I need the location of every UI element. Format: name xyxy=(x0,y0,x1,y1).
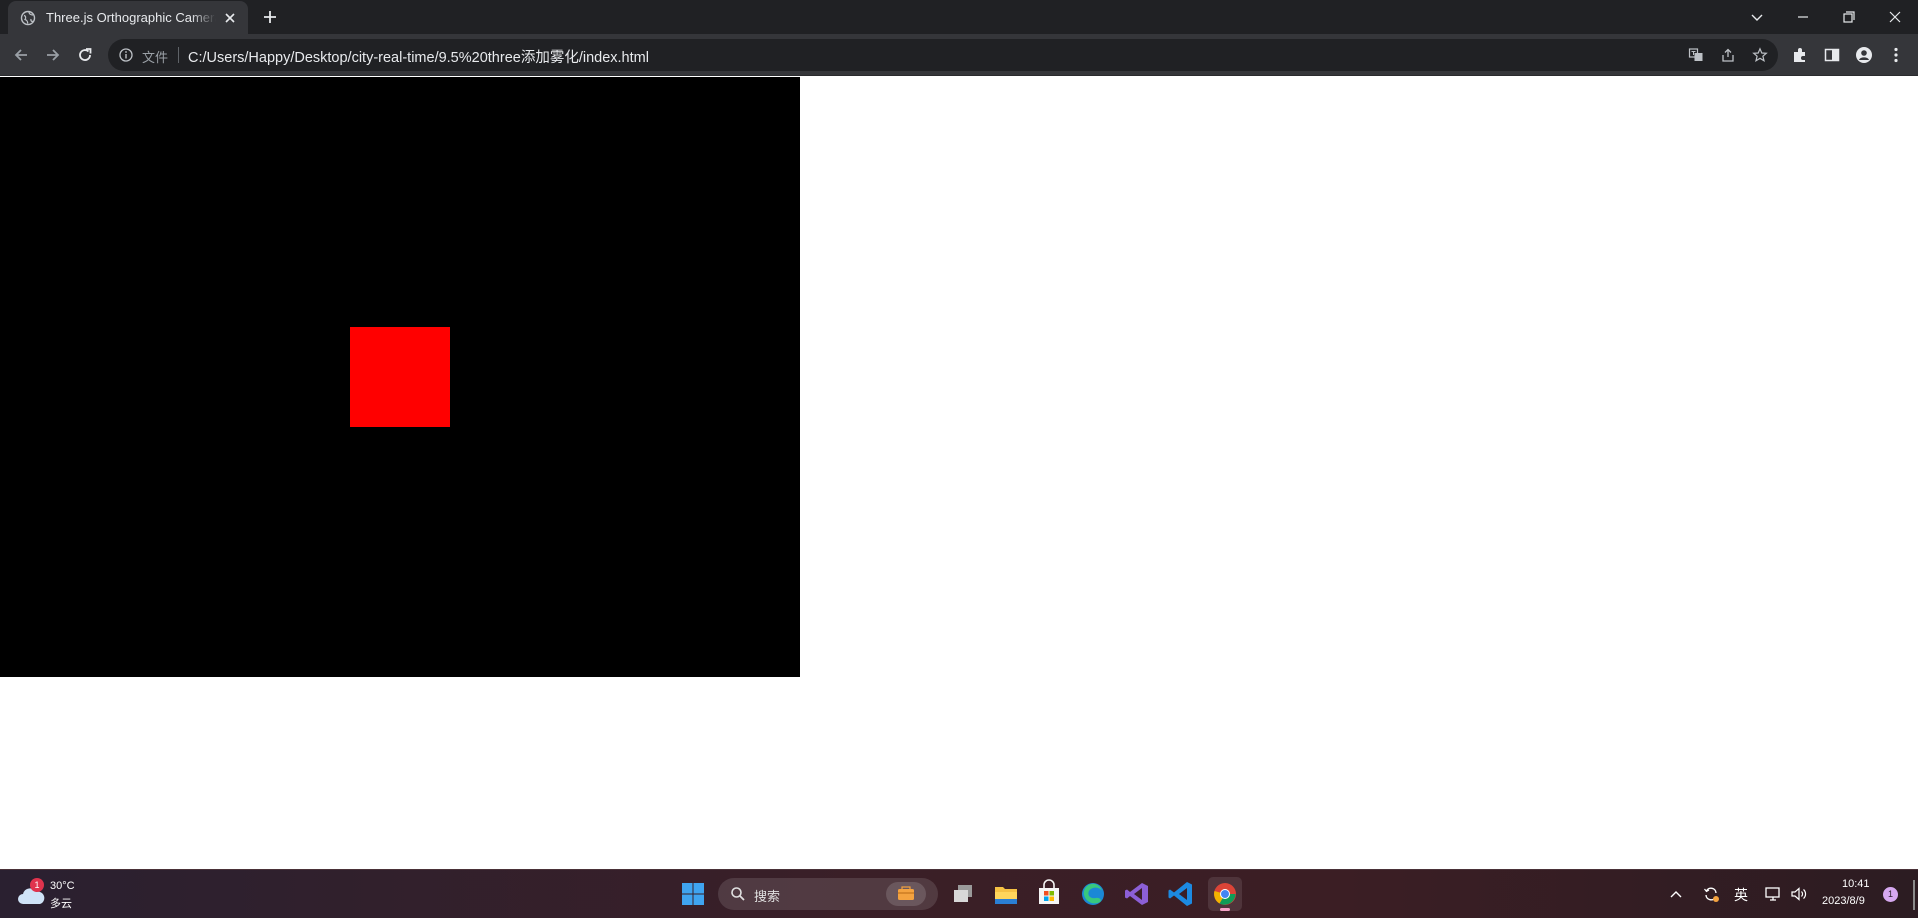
search-highlight-icon xyxy=(886,882,926,906)
file-explorer-icon[interactable] xyxy=(989,877,1023,911)
microsoft-store-icon[interactable] xyxy=(1032,877,1066,911)
taskbar-search-box[interactable]: 搜索 xyxy=(718,878,938,910)
notification-badge[interactable]: 1 xyxy=(1883,887,1898,902)
edge-icon[interactable] xyxy=(1076,877,1110,911)
windows-taskbar: 1 30°C 多云 搜索 英 10:41 2023/8/9 1 xyxy=(0,869,1918,918)
bookmark-star-icon[interactable] xyxy=(1752,47,1768,63)
weather-temperature: 30°C xyxy=(50,880,75,892)
close-window-icon[interactable] xyxy=(1885,7,1905,27)
weather-badge: 1 xyxy=(30,878,44,892)
browser-menu-icon[interactable] xyxy=(1886,45,1906,65)
input-method-indicator[interactable]: 英 xyxy=(1734,885,1748,905)
share-icon[interactable] xyxy=(1720,47,1736,63)
show-desktop-button[interactable] xyxy=(1913,880,1915,910)
url-separator xyxy=(178,47,179,63)
browser-title-bar: Three.js Orthographic Camera xyxy=(0,0,1918,34)
forward-icon[interactable] xyxy=(43,45,63,65)
site-info-icon[interactable] xyxy=(118,47,134,63)
url-scheme-label: 文件 xyxy=(142,50,169,65)
page-viewport xyxy=(0,76,1918,869)
browser-tab[interactable]: Three.js Orthographic Camera xyxy=(8,1,248,34)
search-icon xyxy=(731,887,745,901)
vscode-icon[interactable] xyxy=(1164,877,1198,911)
active-app-indicator xyxy=(1220,908,1230,911)
reload-icon[interactable] xyxy=(75,45,95,65)
weather-description: 多云 xyxy=(50,898,72,910)
extensions-icon[interactable] xyxy=(1790,45,1810,65)
chrome-taskbar-button[interactable] xyxy=(1208,877,1242,911)
show-hidden-icons-chevron-icon[interactable] xyxy=(1668,886,1684,902)
volume-icon[interactable] xyxy=(1790,885,1808,903)
profile-avatar-icon[interactable] xyxy=(1854,45,1874,65)
back-icon[interactable] xyxy=(11,45,31,65)
translate-icon[interactable] xyxy=(1688,47,1704,63)
tab-search-chevron-icon[interactable] xyxy=(1747,7,1767,27)
weather-widget[interactable]: 1 30°C 多云 xyxy=(16,878,86,912)
side-panel-icon[interactable] xyxy=(1822,45,1842,65)
url-text[interactable]: C:/Users/Happy/Desktop/city-real-time/9.… xyxy=(188,46,649,67)
minimize-icon[interactable] xyxy=(1793,7,1813,27)
tab-title: Three.js Orthographic Camera xyxy=(46,10,216,25)
new-tab-icon[interactable] xyxy=(260,7,280,27)
network-icon[interactable] xyxy=(1764,885,1782,903)
clock-date: 2023/8/9 xyxy=(1822,895,1865,907)
search-placeholder: 搜索 xyxy=(754,889,781,904)
address-bar[interactable]: 文件 C:/Users/Happy/Desktop/city-real-time… xyxy=(108,39,1778,71)
close-tab-icon[interactable] xyxy=(222,10,238,26)
webgl-canvas[interactable] xyxy=(0,77,800,677)
task-view-icon[interactable] xyxy=(946,877,980,911)
red-cube xyxy=(350,327,450,427)
sync-icon[interactable] xyxy=(1702,885,1720,903)
chrome-icon xyxy=(1214,883,1236,905)
visual-studio-icon[interactable] xyxy=(1120,877,1154,911)
restore-icon[interactable] xyxy=(1839,7,1859,27)
windows-start-icon[interactable] xyxy=(676,877,710,911)
clock-time: 10:41 xyxy=(1842,878,1870,890)
globe-icon xyxy=(20,10,36,25)
browser-toolbar: 文件 C:/Users/Happy/Desktop/city-real-time… xyxy=(0,34,1918,76)
